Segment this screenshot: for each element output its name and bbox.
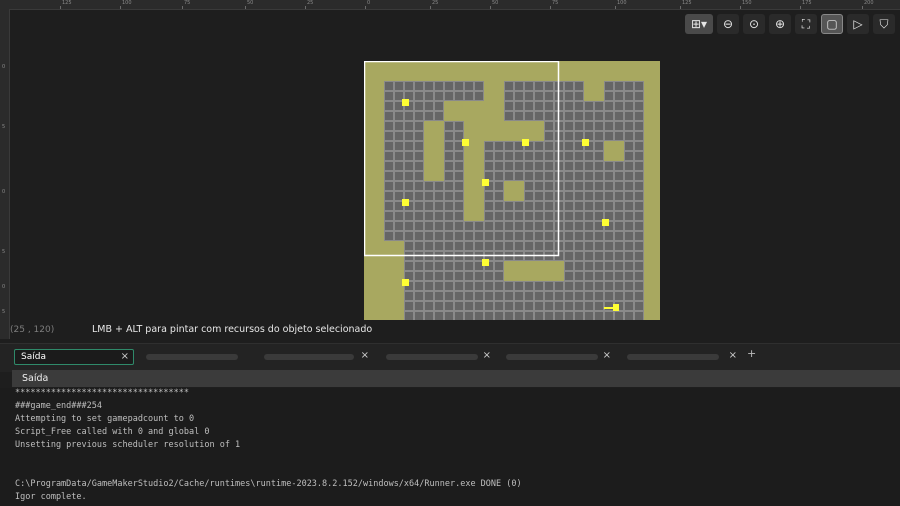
ruler-top-label: 25 — [432, 0, 439, 6]
ruler-top-label: 100 — [617, 0, 627, 6]
grid-icon: ⊞▾ — [690, 17, 708, 31]
key-sprite — [613, 304, 619, 311]
frame-view-button[interactable]: ▢ — [821, 14, 843, 34]
ruler-tick — [680, 6, 681, 9]
close-icon[interactable]: × — [603, 350, 611, 361]
ruler-tick — [430, 6, 431, 9]
ruler-tick — [550, 6, 551, 9]
bucket-icon: ⛉ — [879, 17, 889, 31]
console-line: ###game_end###254 — [15, 401, 102, 411]
console-line: Script_Free called with 0 and global 0 — [15, 427, 210, 437]
room-canvas[interactable] — [364, 61, 660, 320]
tab-output[interactable]: Saída × — [14, 349, 134, 365]
output-tab-strip: Saída × × × × × — [0, 343, 900, 372]
cursor-coordinates: (25 , 120) — [10, 325, 55, 335]
close-icon[interactable]: × — [121, 351, 129, 362]
tab-background[interactable]: × — [380, 349, 495, 365]
ruler-tick — [490, 6, 491, 9]
ruler-left-label: 5 — [2, 124, 6, 130]
coin-sprite — [482, 259, 489, 266]
ruler-top-label: 75 — [552, 0, 559, 6]
coin-sprite — [482, 179, 489, 186]
fullscreen-icon: ⛶ — [801, 17, 811, 31]
paint-hint-text: LMB + ALT para pintar com recursos do ob… — [92, 324, 373, 335]
zoom-reset-button[interactable]: ⊙ — [743, 14, 765, 34]
ruler-left-label: 0 — [2, 64, 6, 70]
coin-sprite — [522, 139, 529, 146]
ruler-tick — [862, 6, 863, 9]
console-line: Unsetting previous scheduler resolution … — [15, 440, 241, 450]
play-button[interactable]: ▷ — [847, 14, 869, 34]
coin-sprite — [402, 199, 409, 206]
ruler-tick — [60, 6, 61, 9]
close-icon[interactable]: × — [483, 350, 491, 361]
ruler-tick — [245, 6, 246, 9]
coin-sprite — [402, 99, 409, 106]
tab-output-label: Saída — [21, 352, 46, 362]
grid-toggle-button[interactable]: ⊞▾ — [685, 14, 713, 34]
tab-background[interactable]: × — [258, 349, 373, 365]
add-tab-button[interactable]: + — [747, 347, 756, 360]
frame-icon: ▢ — [826, 17, 838, 31]
ruler-top-label: 175 — [802, 0, 812, 6]
ruler-top-label: 0 — [367, 0, 371, 6]
play-icon: ▷ — [853, 17, 863, 31]
room-toolbar: ⊞▾ ⊖ ⊙ ⊕ ⛶ ▢ ▷ ⛉ — [685, 14, 895, 34]
fit-view-button[interactable]: ⛶ — [795, 14, 817, 34]
ruler-left: 0 5 0 5 0 5 — [0, 9, 10, 339]
tab-background[interactable] — [140, 349, 252, 365]
output-panel-title: Saída — [12, 370, 900, 387]
ruler-tick — [182, 6, 183, 9]
output-console[interactable]: ********************************** ###ga… — [0, 388, 900, 506]
console-line: C:\ProgramData/GameMakerStudio2/Cache/ru… — [15, 479, 522, 489]
ruler-tick — [120, 6, 121, 9]
zoom-in-button[interactable]: ⊕ — [769, 14, 791, 34]
coin-sprite — [402, 279, 409, 286]
tab-background[interactable]: × — [621, 349, 741, 365]
key-sprite — [604, 307, 614, 309]
ruler-top-label: 25 — [307, 0, 314, 6]
ruler-left-label: 0 — [2, 189, 6, 195]
ruler-top-label: 75 — [184, 0, 191, 6]
zoom-out-button[interactable]: ⊖ — [717, 14, 739, 34]
close-icon[interactable]: × — [729, 350, 737, 361]
paint-bucket-button[interactable]: ⛉ — [873, 14, 895, 34]
tab-background[interactable]: × — [500, 349, 615, 365]
console-line: Attempting to set gamepadcount to 0 — [15, 414, 195, 424]
ruler-top-label: 125 — [682, 0, 692, 6]
zoom-out-icon: ⊖ — [722, 17, 734, 31]
close-icon[interactable]: × — [361, 350, 369, 361]
ruler-top-label: 50 — [247, 0, 254, 6]
zoom-in-icon: ⊕ — [774, 17, 786, 31]
ruler-tick — [615, 6, 616, 9]
ruler-top-label: 200 — [864, 0, 874, 6]
zoom-reset-icon: ⊙ — [748, 17, 760, 31]
ruler-top-label: 100 — [122, 0, 132, 6]
ruler-left-label: 5 — [2, 249, 6, 255]
console-line: Igor complete. — [15, 492, 87, 502]
ruler-left-label: 0 — [2, 284, 6, 290]
ruler-tick — [800, 6, 801, 9]
room-tile-map[interactable] — [364, 61, 660, 320]
ruler-tick — [305, 6, 306, 9]
ruler-top-label: 125 — [62, 0, 72, 6]
ruler-tick — [740, 6, 741, 9]
console-line: ********************************** — [15, 388, 189, 398]
ruler-top: 125 100 75 50 25 0 25 50 75 100 125 150 175 200 — [0, 0, 900, 10]
ruler-top-label: 150 — [742, 0, 752, 6]
coin-sprite — [602, 219, 609, 226]
ruler-left-label: 5 — [2, 309, 6, 315]
ruler-tick — [365, 6, 366, 9]
ruler-top-label: 50 — [492, 0, 499, 6]
coin-sprite — [462, 139, 469, 146]
coin-sprite — [582, 139, 589, 146]
